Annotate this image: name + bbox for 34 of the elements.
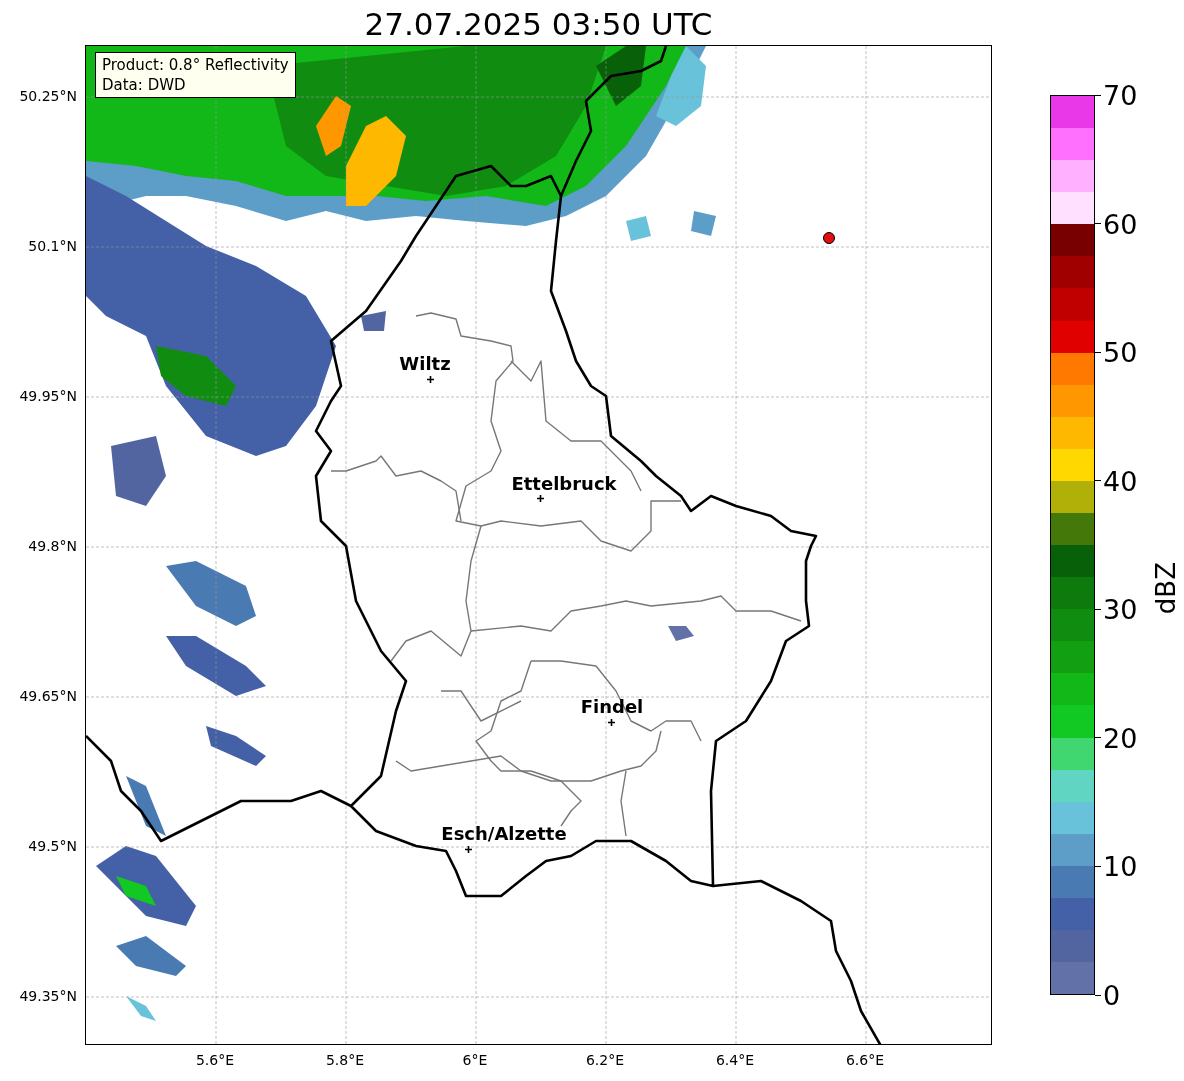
colorbar-tick-label: 0 [1103,979,1121,1011]
city-marker-icon [463,844,473,854]
latitude-label: 50.1°N [28,238,77,254]
city-label: Findel [580,695,644,717]
latitude-label: 49.95°N [19,388,77,404]
colorbar-tick-label: 40 [1103,465,1138,497]
longitude-label: 6°E [462,1052,488,1068]
colorbar-tick-label: 10 [1103,850,1138,882]
colorbar-label: dBZ [1151,561,1181,615]
latitude-label: 49.35°N [19,988,77,1004]
longitude-label: 6.6°E [845,1052,885,1068]
longitude-label: 5.8°E [325,1052,365,1068]
city-marker-icon [606,717,616,727]
longitude-label: 6.2°E [585,1052,625,1068]
latitude-label: 49.8°N [28,538,77,554]
city-label: Wiltz [399,352,451,374]
city-label: Esch/Alzette [441,822,567,844]
chart-title: 27.07.2025 03:50 UTC [363,5,714,44]
colorbar-tick-label: 30 [1103,593,1138,625]
colorbar-tick-label: 20 [1103,722,1138,754]
info-text: Product: 0.8° Reflectivity [102,55,289,75]
latitude-label: 50.25°N [19,88,77,104]
colorbar-tick-label: 50 [1103,336,1138,368]
latitude-label: 49.65°N [19,688,77,704]
colorbar-tick-label: 60 [1103,208,1138,240]
city-label: Ettelbruck [511,472,617,494]
colorbar-tick-label: 70 [1103,79,1138,111]
latitude-label: 49.5°N [28,838,77,854]
longitude-label: 5.6°E [195,1052,235,1068]
city-marker-icon [535,493,545,503]
city-marker-icon [425,374,435,384]
longitude-label: 6.4°E [715,1052,755,1068]
info-text: Data: DWD [102,75,187,95]
radar-station-icon [823,232,835,244]
